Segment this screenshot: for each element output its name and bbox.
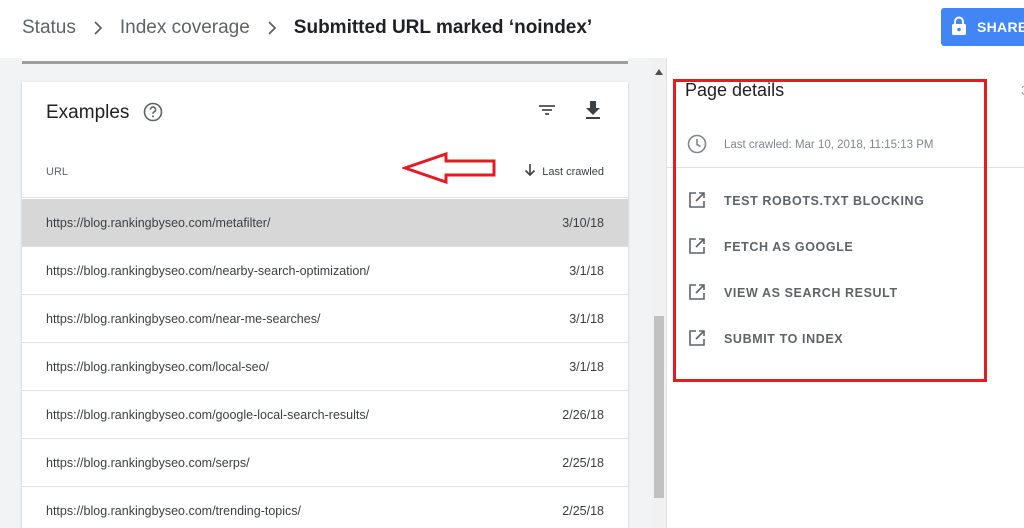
row-date: 3/1/18 [569, 360, 604, 374]
help-circle-icon[interactable] [143, 102, 163, 127]
examples-card-header: Examples [22, 82, 628, 146]
table-row[interactable]: https://blog.rankingbyseo.com/trending-t… [22, 487, 628, 528]
row-date: 2/25/18 [562, 504, 604, 518]
table-row[interactable]: https://blog.rankingbyseo.com/near-me-se… [22, 295, 628, 343]
examples-title: Examples [46, 102, 130, 123]
table-row[interactable]: https://blog.rankingbyseo.com/nearby-sea… [22, 247, 628, 295]
column-last-crawled[interactable]: Last crawled [524, 163, 604, 180]
vertical-scrollbar[interactable] [652, 58, 666, 528]
chevron-right-icon [250, 18, 294, 38]
table-row[interactable]: https://blog.rankingbyseo.com/serps/ 2/2… [22, 439, 628, 487]
filter-icon[interactable] [537, 100, 557, 125]
row-url: https://blog.rankingbyseo.com/metafilter… [46, 216, 271, 230]
scrollbar-thumb[interactable] [654, 316, 664, 498]
table-row[interactable]: https://blog.rankingbyseo.com/local-seo/… [22, 343, 628, 391]
app-root: Status Index coverage Submitted URL mark… [0, 0, 1024, 528]
row-date: 2/26/18 [562, 408, 604, 422]
download-icon[interactable] [583, 99, 603, 126]
annotation-arrow-icon [402, 151, 496, 185]
row-url: https://blog.rankingbyseo.com/near-me-se… [46, 312, 321, 326]
row-url: https://blog.rankingbyseo.com/local-seo/ [46, 360, 270, 374]
scroll-up-arrow-icon[interactable] [655, 62, 663, 80]
share-button[interactable]: SHARE [941, 8, 1024, 46]
examples-table-body: https://blog.rankingbyseo.com/metafilter… [22, 199, 628, 528]
breadcrumb-status[interactable]: Status [22, 17, 76, 39]
table-header: URL Last crawled [22, 146, 628, 198]
row-date: 3/10/18 [562, 216, 604, 230]
page-title: Submitted URL marked ‘noindex’ [293, 17, 593, 38]
examples-pane: Examples URL Last crawled https://blog.r… [0, 58, 652, 528]
collapsed-card-edge [22, 58, 628, 64]
column-last-crawled-label: Last crawled [542, 165, 604, 178]
row-url: https://blog.rankingbyseo.com/trending-t… [46, 504, 301, 518]
table-row[interactable]: https://blog.rankingbyseo.com/google-loc… [22, 391, 628, 439]
lock-icon [951, 16, 967, 39]
arrow-down-icon [524, 163, 536, 180]
examples-card: Examples URL Last crawled https://blog.r… [22, 82, 628, 528]
row-url: https://blog.rankingbyseo.com/google-loc… [46, 408, 370, 422]
row-url: https://blog.rankingbyseo.com/serps/ [46, 456, 250, 470]
row-date: 2/25/18 [562, 456, 604, 470]
annotation-highlight-box [673, 79, 987, 382]
share-label: SHARE [977, 19, 1024, 35]
row-date: 3/1/18 [569, 312, 604, 326]
row-url: https://blog.rankingbyseo.com/nearby-sea… [46, 264, 370, 278]
chevron-right-icon [76, 18, 120, 38]
header-bar: Status Index coverage Submitted URL mark… [0, 0, 1024, 56]
breadcrumb-index-coverage[interactable]: Index coverage [120, 17, 250, 39]
table-row[interactable]: https://blog.rankingbyseo.com/metafilter… [22, 199, 628, 247]
row-date: 3/1/18 [569, 264, 604, 278]
column-url[interactable]: URL [46, 166, 68, 178]
